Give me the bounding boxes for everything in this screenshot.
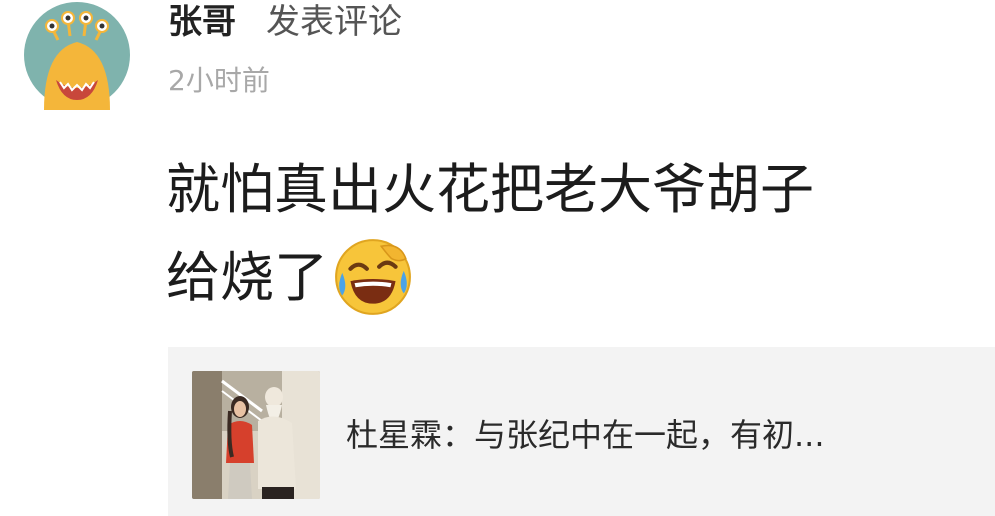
post-action: 发表评论 bbox=[266, 2, 402, 42]
comment-text: 就怕真出火花把老大爷胡子 给烧了 bbox=[166, 146, 986, 322]
card-title[interactable]: 杜星霖：与张纪中在一起，有初... bbox=[346, 413, 825, 457]
shared-link-card[interactable]: 杜星霖：与张纪中在一起，有初... bbox=[168, 347, 995, 516]
photo-thumbnail-icon bbox=[192, 371, 320, 499]
comment-post: 张哥 发表评论 2小时前 就怕真出火花把老大爷胡子 给烧了 杜星霖：与张纪中在一… bbox=[0, 0, 995, 516]
card-thumbnail bbox=[192, 371, 320, 499]
timestamp: 2小时前 bbox=[168, 64, 270, 97]
comment-line: 给烧了 bbox=[166, 234, 986, 322]
comment-line-text: 给烧了 bbox=[166, 246, 328, 309]
comment-line: 就怕真出火花把老大爷胡子 bbox=[166, 158, 814, 221]
laughing-crying-emoji-icon bbox=[332, 236, 414, 318]
avatar[interactable] bbox=[22, 0, 132, 110]
username[interactable]: 张哥 bbox=[168, 0, 236, 44]
monster-avatar-icon bbox=[24, 2, 130, 110]
